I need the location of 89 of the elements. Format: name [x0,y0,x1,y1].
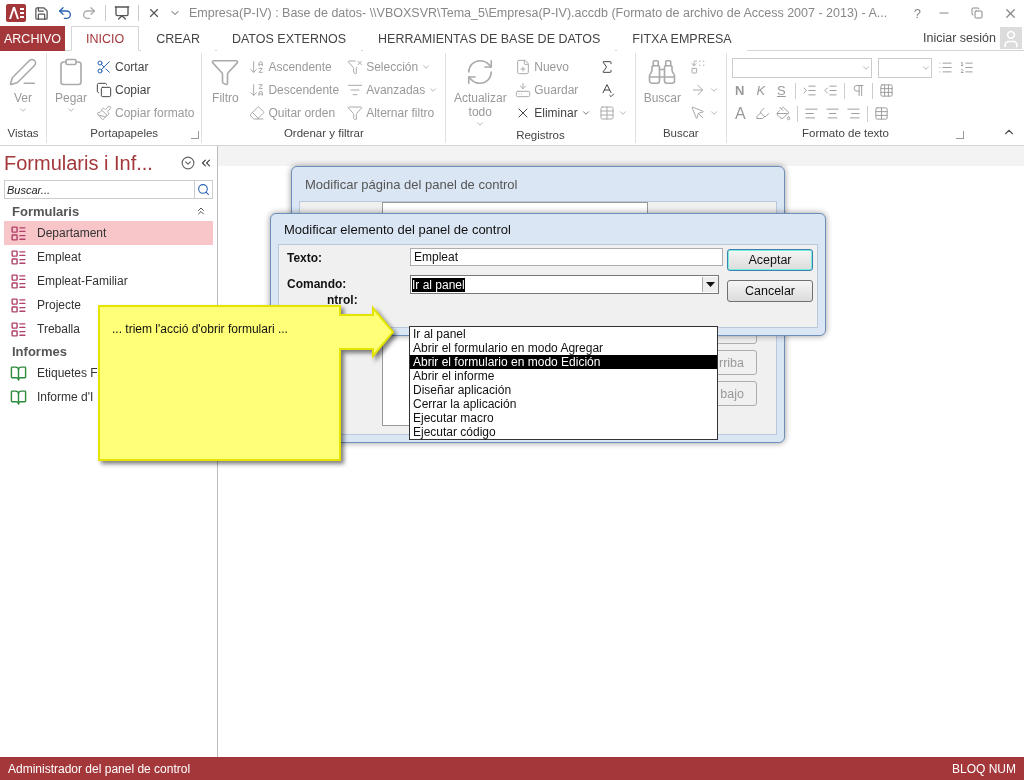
pane-title: Formularis i Inf... [4,151,154,175]
form-icon [10,224,27,242]
group-label: Formato de texto [801,127,890,141]
ribbon-button[interactable]: Cortar [94,57,197,76]
outdent-icon[interactable] [822,83,838,98]
form-icon [10,248,27,266]
indent-icon[interactable] [801,83,817,98]
navigation-item[interactable]: Departament [4,221,213,245]
font-dropdown[interactable] [732,57,872,78]
pilcrow-icon[interactable] [850,83,866,98]
caret-icon [66,105,76,115]
size-dropdown[interactable] [878,57,932,78]
app-logo-icon [6,4,26,22]
search-icon[interactable] [194,180,213,199]
callout-tooltip-text: ... triem l'acció d'obrir formulari ... [112,322,288,336]
field-label: Comando: [287,277,347,291]
funnel-icon [210,57,241,87]
section-header[interactable]: Formularis [12,203,80,219]
navigation-item[interactable]: Empleat [4,245,82,269]
ribbon-button[interactable]: Eliminar [513,103,593,122]
avatar-icon[interactable] [1000,27,1022,49]
group-label: Vistas [6,127,40,141]
report-icon [10,388,27,406]
table-icon [598,104,615,121]
form-icon [10,272,27,290]
copy-icon [96,81,113,98]
new-record-icon [515,58,532,75]
filter-icon [347,58,364,75]
close-icon[interactable] [147,6,161,20]
align-center-icon[interactable] [824,106,840,121]
pointer-icon [690,104,706,121]
section-header[interactable]: Informes [12,343,67,359]
scissors-icon [96,58,113,75]
launcher-icon[interactable] [191,131,200,139]
collapse-icon[interactable] [199,156,213,170]
field-label: Texto: [287,251,323,265]
highlighter-icon[interactable] [754,106,770,121]
launcher-icon[interactable] [956,131,964,139]
report-icon [10,364,27,382]
group-label: Registros [515,129,566,143]
group-label: Portapapeles [89,127,160,141]
dialog-title: Modificar página del panel de control [304,175,519,194]
navigation-item[interactable]: Projecte [4,293,82,317]
align-left-icon[interactable] [803,106,819,121]
navigation-item[interactable]: Treballa [4,317,80,341]
gridlines-icon[interactable] [873,106,889,121]
paintbrush-icon [96,104,113,121]
command-dropdown[interactable]: Ir al panel [410,275,719,294]
dropdown-option[interactable]: Abrir el formulario en modo Edición [410,355,717,369]
binoculars-icon [647,57,678,87]
navigation-item[interactable]: Empleat-Familiar [4,269,128,293]
numbered-list-icon[interactable] [959,60,974,75]
dialog-title: Modificar elemento del panel de control [283,220,512,239]
align-right-icon[interactable] [845,106,861,121]
caret-icon [475,119,486,129]
sort-descending-icon [249,81,266,98]
text-field[interactable]: Empleat [410,248,723,266]
caret-icon [18,105,28,115]
collapse-section-icon[interactable] [195,205,207,217]
filter-icon [347,104,364,121]
undo-icon[interactable] [57,5,73,21]
group-label: Buscar [661,127,700,141]
bullet-list-icon[interactable] [938,60,953,75]
field-label: ntrol: [327,294,358,306]
dropdown-circle-icon[interactable] [181,156,195,170]
sort-ascending-icon [249,58,266,75]
grid-icon[interactable] [878,83,894,98]
status-text: Administrador del panel de control [8,761,191,776]
ribbon-tab[interactable]: ARCHIVO [0,26,65,51]
cancel-button[interactable]: Cancelar [727,280,813,302]
accept-button[interactable]: Aceptar [727,249,813,271]
help-button[interactable]: ? [905,5,929,21]
ribbon-button[interactable]: Copiar [94,80,197,99]
window-title: Empresa(P-IV) : Base de datos- \\VBOXSVR\Tema_5\Empresa(P-IV).accdb (Formato de archivo de Access 2007 - 2013) - A... [189,6,889,20]
form-icon [10,296,27,314]
search-field[interactable]: Buscar... [4,180,194,199]
sign-in-link[interactable]: Iniciar sesión [923,31,1000,45]
presentation-icon[interactable] [114,5,130,21]
replace-icon [690,58,706,75]
redo-icon[interactable] [81,5,97,21]
navigation-item[interactable]: Informe d'I [4,385,94,409]
status-indicator: BLOQ NUM [952,761,1016,776]
paint-bucket-icon[interactable] [775,106,791,121]
group-label: Ordenar y filtrar [282,127,365,141]
ribbon-tab[interactable]: INICIO [70,26,140,51]
restore-icon[interactable] [971,7,983,19]
navigation-item[interactable]: Etiquetes F [4,361,98,385]
eraser-icon [249,104,266,121]
form-icon [10,320,27,338]
